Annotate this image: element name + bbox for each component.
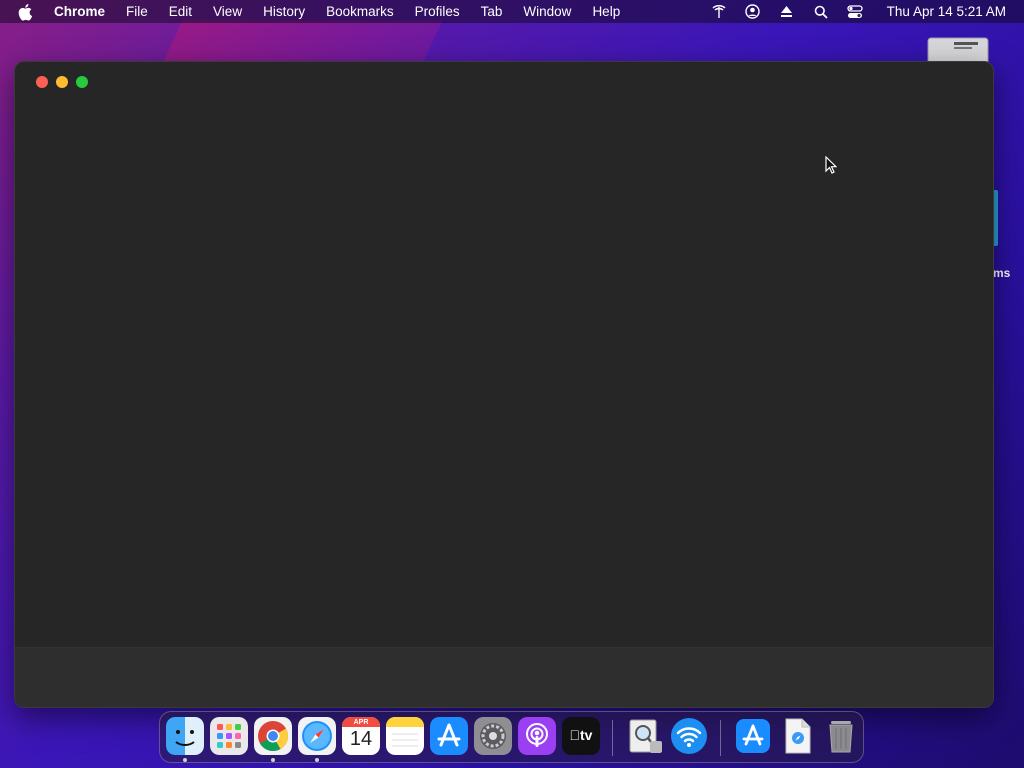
- safari-running-indicator: [315, 758, 319, 762]
- window-minimize-button[interactable]: [56, 76, 68, 88]
- window-zoom-button[interactable]: [76, 76, 88, 88]
- menu-history[interactable]: History: [263, 4, 305, 19]
- notes-icon[interactable]: [386, 717, 424, 755]
- apple-menu-icon[interactable]: [18, 3, 34, 21]
- calendar-day-label: 14: [349, 728, 373, 750]
- launchpad-icon[interactable]: [210, 717, 248, 755]
- control-center-icon[interactable]: [847, 4, 863, 20]
- app-store-icon[interactable]: [430, 717, 468, 755]
- menu-window[interactable]: Window: [523, 4, 571, 19]
- menu-bookmarks[interactable]: Bookmarks: [326, 4, 394, 19]
- window-close-button[interactable]: [36, 76, 48, 88]
- menu-edit[interactable]: Edit: [169, 4, 192, 19]
- desktop-icon-label: ms: [993, 266, 1011, 280]
- preview-icon[interactable]: [626, 717, 664, 755]
- window-bottom-bar: [15, 647, 993, 707]
- apple-tv-label: tv: [570, 727, 593, 743]
- finder-icon[interactable]: [166, 717, 204, 755]
- dock: APR 14 tv: [159, 711, 864, 763]
- chrome-window: [14, 61, 994, 708]
- menu-profiles[interactable]: Profiles: [415, 4, 460, 19]
- dock-separator-2: [720, 720, 721, 756]
- network-antenna-icon[interactable]: [711, 4, 727, 20]
- eject-icon[interactable]: [779, 4, 795, 20]
- dock-separator: [612, 720, 613, 756]
- menu-file[interactable]: File: [126, 4, 148, 19]
- menu-help[interactable]: Help: [592, 4, 620, 19]
- finder-running-indicator: [183, 758, 187, 762]
- wireless-diagnostics-icon[interactable]: [670, 717, 708, 755]
- spotlight-search-icon[interactable]: [813, 4, 829, 20]
- mouse-cursor-icon: [825, 156, 837, 174]
- downloads-stack-icon[interactable]: [734, 717, 772, 755]
- safari-icon[interactable]: [298, 717, 336, 755]
- chrome-icon[interactable]: [254, 717, 292, 755]
- system-preferences-icon[interactable]: [474, 717, 512, 755]
- menu-bar: Chrome File Edit View History Bookmarks …: [0, 0, 1024, 23]
- document-icon[interactable]: [778, 717, 816, 755]
- podcasts-icon[interactable]: [518, 717, 556, 755]
- menu-tab[interactable]: Tab: [481, 4, 503, 19]
- apple-tv-icon[interactable]: tv: [562, 717, 600, 755]
- trash-icon[interactable]: [822, 717, 860, 755]
- menu-view[interactable]: View: [213, 4, 242, 19]
- menu-app-name[interactable]: Chrome: [54, 4, 105, 19]
- chrome-running-indicator: [271, 758, 275, 762]
- user-account-icon[interactable]: [745, 4, 761, 20]
- menu-clock[interactable]: Thu Apr 14 5:21 AM: [887, 4, 1006, 19]
- calendar-month-label: APR: [353, 719, 369, 726]
- status-tray: Thu Apr 14 5:21 AM: [693, 0, 1006, 23]
- calendar-icon[interactable]: APR 14: [342, 717, 380, 755]
